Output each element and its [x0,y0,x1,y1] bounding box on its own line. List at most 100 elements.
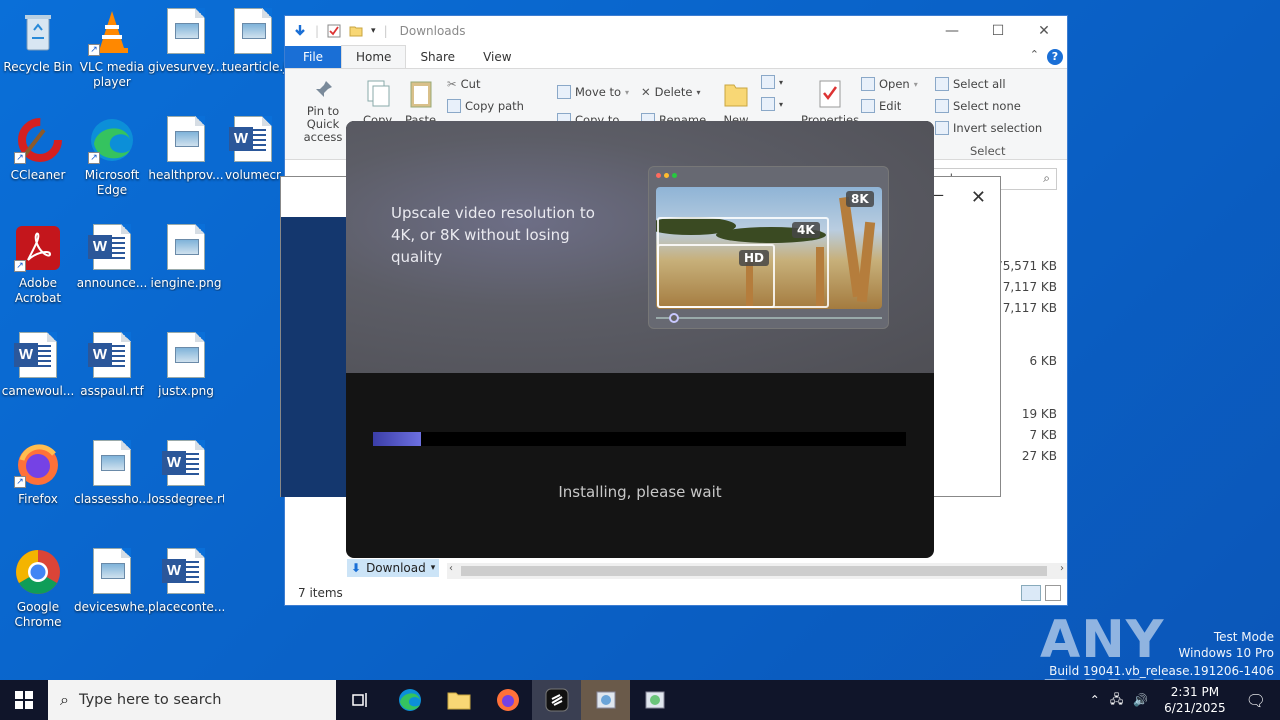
badge-4k: 4K [792,222,820,238]
desktop-icon-asspaul[interactable]: W asspaul.rtf [74,332,150,399]
search-icon: ⌕ [60,690,69,709]
desktop-icon-vlc[interactable]: ↗ VLC media player [74,8,150,90]
scroll-right-icon[interactable]: › [1060,563,1064,574]
invert-selection-button[interactable]: Invert selection [935,121,1042,135]
chrome-icon [14,548,62,596]
large-icons-view-icon[interactable] [1045,585,1061,601]
desktop-icon-google-chrome[interactable]: Google Chrome [0,548,76,630]
desktop-icon-firefox[interactable]: ↗ Firefox [0,440,76,507]
word-document-icon: W [88,332,136,380]
notification-icon[interactable]: 🗨 [1236,691,1280,710]
badge-hd: HD [739,250,770,266]
easy-access-button[interactable]: ▾ [761,97,783,111]
tab-file[interactable]: File [285,46,341,68]
properties-icon [819,80,841,108]
desktop-icon-placeconte[interactable]: W placeconte... [148,548,224,615]
desktop-icon-deviceswhe[interactable]: deviceswhe... [74,548,150,615]
edit-button[interactable]: Edit [861,99,901,113]
taskbar-setup-app[interactable] [581,680,630,720]
copy-path-button[interactable]: Copy path [447,99,524,113]
nav-pane-item-downloads[interactable]: ⬇ Download ▾ [347,559,440,577]
taskbar-firefox[interactable] [483,680,532,720]
select-group-label: Select [970,144,1006,158]
properties-check-icon[interactable] [327,24,341,38]
taskbar-installer-app[interactable] [532,680,581,720]
download-arrow-icon[interactable] [293,24,307,38]
tab-view[interactable]: View [469,46,525,68]
network-icon[interactable]: 🖧 [1106,690,1127,711]
edge-icon [398,689,421,711]
scrollbar-thumb[interactable] [461,566,1047,576]
folder-icon [447,692,470,710]
desktop-icon-announce[interactable]: W announce... [74,224,150,291]
details-view-icon[interactable] [1021,585,1041,601]
minimize-button[interactable]: — [929,16,975,46]
chevron-down-icon[interactable]: ▾ [431,563,436,573]
clock-time: 2:31 PM [1170,685,1220,699]
properties-button[interactable]: Properties [801,79,859,127]
search-icon[interactable]: ⌕ [1043,171,1050,186]
word-document-icon: W [162,440,210,488]
taskbar-file-explorer[interactable] [434,680,483,720]
installer-window[interactable]: Upscale video resolution to 4K, or 8K wi… [346,121,934,558]
select-all-button[interactable]: Select all [935,77,1006,91]
status-bar: 7 items [285,581,1067,605]
paste-button[interactable]: Paste [405,79,436,127]
watermark-line: Test Mode [1213,630,1274,644]
volume-icon[interactable]: 🔊 [1127,693,1154,707]
folder-icon [724,84,748,107]
item-count: 7 items [298,586,343,600]
maximize-button[interactable]: ☐ [975,16,1021,46]
clock[interactable]: 2:31 PM 6/21/2025 [1154,684,1236,716]
horizontal-scrollbar[interactable]: ‹ › [447,563,1067,579]
window-dots-icon [656,173,677,178]
desktop-icon-volumecr[interactable]: W volumecr [222,116,284,183]
cut-button[interactable]: ✂ Cut [447,77,480,91]
system-tray: ⌃ 🖧 🔊 2:31 PM 6/21/2025 🗨 [1084,680,1280,720]
show-hidden-icons-icon[interactable]: ⌃ [1084,693,1106,707]
desktop-icon-lossdegree[interactable]: W lossdegree.rtf [148,440,224,507]
adobe-acrobat-icon: ↗ [14,224,62,272]
new-folder-icon[interactable] [349,24,363,38]
help-icon[interactable]: ? [1047,49,1063,65]
start-button[interactable] [0,680,48,720]
delete-button[interactable]: ✕ Delete ▾ [641,85,700,99]
desktop-icon-tuearticle[interactable]: tuearticle.j [222,8,284,75]
new-item-button[interactable]: ▾ [761,75,783,89]
pin-icon [316,81,332,97]
move-to-button[interactable]: Move to ▾ [557,85,629,99]
taskbar-search-box[interactable]: ⌕ Type here to search [48,680,336,720]
collapse-ribbon-icon[interactable]: ⌃ [1030,48,1039,61]
explorer-titlebar[interactable]: | ▾ | Downloads — ☐ ✕ [285,16,1067,46]
desktop-icon-recycle-bin[interactable]: Recycle Bin [0,8,76,75]
image-file-icon [88,440,136,488]
desktop-icon-iengine[interactable]: iengine.png [148,224,224,291]
task-view-button[interactable] [336,680,385,720]
desktop-icon-camewoul[interactable]: W camewoul... [0,332,76,399]
ribbon-tabs: File Home Share View ⌃ [285,45,1067,68]
desktop-icon-classessho[interactable]: classessho... [74,440,150,507]
move-to-icon [557,85,571,99]
delete-x-icon: ✕ [641,85,651,99]
open-button[interactable]: Open ▾ [861,77,918,91]
close-button[interactable]: ✕ [1021,16,1067,46]
desktop-icon-healthprov[interactable]: healthprov... [148,116,224,183]
tab-home[interactable]: Home [341,45,407,68]
copy-button[interactable]: Copy [363,79,392,127]
image-file-icon [162,8,210,56]
desktop-icon-justx[interactable]: justx.png [148,332,224,399]
dialog-close-button[interactable]: ✕ [971,187,986,208]
select-none-button[interactable]: Select none [935,99,1021,113]
taskbar-edge[interactable] [385,680,434,720]
tab-share[interactable]: Share [406,46,469,68]
chevron-down-icon[interactable]: ▾ [371,26,376,36]
installer-headline: Upscale video resolution to 4K, or 8K wi… [391,204,595,266]
desktop-icon-ccleaner[interactable]: ↗ CCleaner [0,116,76,183]
scroll-left-icon[interactable]: ‹ [449,563,453,574]
desktop-icon-givesurvey[interactable]: givesurvey.... [148,8,224,75]
taskbar-setup-app-2[interactable] [630,680,679,720]
search-placeholder: Type here to search [78,692,222,708]
desktop-icon-adobe-acrobat[interactable]: ↗ Adobe Acrobat [0,224,76,306]
new-folder-button[interactable]: New [723,79,749,127]
desktop-icon-microsoft-edge[interactable]: ↗ Microsoft Edge [74,116,150,198]
